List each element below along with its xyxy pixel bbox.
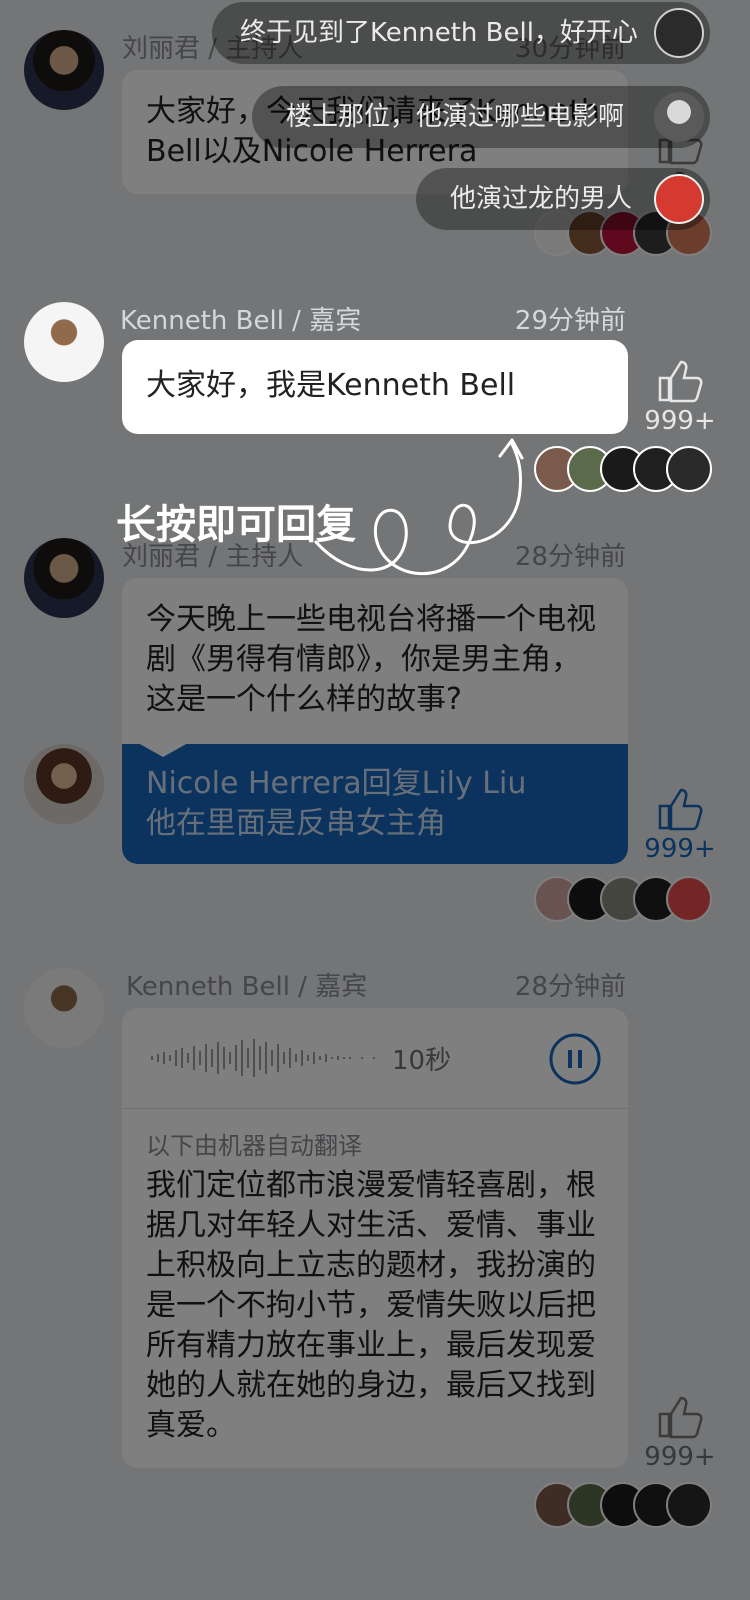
message-text: 大家好，我是Kenneth Bell xyxy=(146,368,516,403)
reply-block[interactable]: Nicole Herrera回复Lily Liu 他在里面是反串女主角 xyxy=(122,743,628,864)
reply-pointer xyxy=(138,743,188,757)
reactors-row[interactable] xyxy=(534,1482,712,1528)
message-author: Kenneth Bell / 嘉宾 xyxy=(126,972,368,1002)
curly-arrow-icon xyxy=(314,438,524,576)
message-time: 29分钟前 xyxy=(514,306,626,336)
voice-duration: 10秒 xyxy=(392,1046,452,1076)
message-text: 今天晚上一些电视台将播一个电视剧《男得有情郎》，你是男主角，这是一个什么样的故事… xyxy=(146,602,596,717)
nicole-avatar[interactable] xyxy=(24,744,104,824)
reactor-avatar xyxy=(666,446,712,492)
like-count: 999+ xyxy=(644,406,716,436)
translate-label: 以下由机器自动翻译 xyxy=(146,1132,362,1160)
voice-message-bubble[interactable]: 10秒 以下由机器自动翻译 我们定位都市浪漫爱情轻喜剧，根据几对年轻人对生活、爱… xyxy=(122,1008,628,1468)
danmu-comment[interactable]: 楼上那位，他演过哪些电影啊 xyxy=(252,86,710,148)
message-time: 28分钟前 xyxy=(514,972,626,1002)
reactors-row[interactable] xyxy=(534,446,712,492)
message-bubble-highlighted[interactable]: 大家好，我是Kenneth Bell xyxy=(122,340,628,434)
like-count: 999+ xyxy=(644,834,716,864)
like-button[interactable]: 999+ xyxy=(640,358,720,436)
voice-waveform-icon[interactable] xyxy=(144,1036,384,1080)
rf-logo-icon xyxy=(654,174,704,224)
thumbs-up-icon xyxy=(658,1396,703,1439)
like-button[interactable]: 999+ xyxy=(640,1394,720,1472)
danmu-text: 他演过龙的男人 xyxy=(450,184,633,214)
reply-header: Nicole Herrera回复Lily Liu xyxy=(146,766,527,801)
divider xyxy=(122,1108,628,1109)
pause-icon[interactable] xyxy=(548,1032,602,1086)
danmu-text: 楼上那位，他演过哪些电影啊 xyxy=(286,102,625,132)
thumbs-up-icon xyxy=(658,360,703,403)
reactor-avatar xyxy=(666,876,712,922)
user-avatar-icon xyxy=(654,92,704,142)
danmu-text: 终于见到了Kenneth Bell，好开心 xyxy=(240,18,638,48)
message-author: Kenneth Bell / 嘉宾 xyxy=(120,306,362,336)
thumbs-up-icon xyxy=(658,788,703,831)
reactors-row[interactable] xyxy=(534,876,712,922)
host-avatar[interactable] xyxy=(24,30,104,110)
danmu-comment[interactable]: 他演过龙的男人 xyxy=(416,168,710,230)
translation-text: 我们定位都市浪漫爱情轻喜剧，根据几对年轻人对生活、爱情、事业上积极向上立志的题材… xyxy=(146,1168,596,1443)
reply-text: 他在里面是反串女主角 xyxy=(146,806,446,841)
danmu-comment[interactable]: 终于见到了Kenneth Bell，好开心 xyxy=(212,2,710,64)
guest-avatar[interactable] xyxy=(24,968,104,1048)
guest-avatar[interactable] xyxy=(24,302,104,382)
like-button[interactable]: 999+ xyxy=(640,786,720,864)
like-count: 999+ xyxy=(644,1442,716,1472)
host-avatar[interactable] xyxy=(24,538,104,618)
vistalia-logo-icon xyxy=(654,8,704,58)
reactor-avatar xyxy=(666,1482,712,1528)
